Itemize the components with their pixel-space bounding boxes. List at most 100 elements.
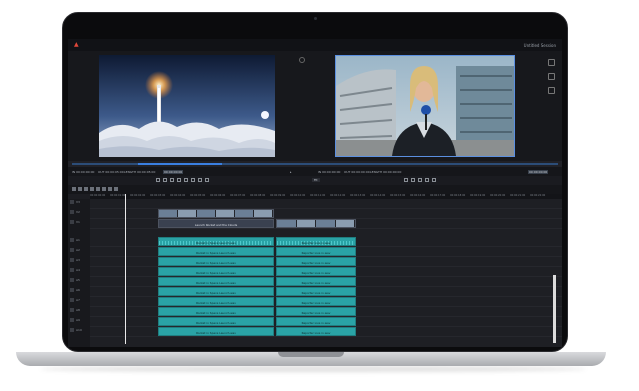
track-lock-icon[interactable] <box>70 220 74 224</box>
slip-tool-icon[interactable] <box>90 187 94 191</box>
audio-clip[interactable]: Rocket in Space Launch.wav <box>158 287 274 296</box>
audio-clip-label: Rocket in Space Launch.wav <box>196 281 236 285</box>
program-length: LENGTH 00:00:00:00 <box>370 170 402 174</box>
audio-clip[interactable]: Reporter Live in.wav <box>276 267 356 276</box>
snap-toggle-icon[interactable] <box>96 187 100 191</box>
play-program-icon[interactable] <box>411 178 415 182</box>
audio-clip[interactable]: Reporter Live in.wav <box>276 307 356 316</box>
laptop-base <box>16 352 606 366</box>
track-headers: V3 V2 V1 A1 A2 A3 A4 A5 A6 A7 A8 A9 A10 <box>68 199 90 347</box>
audio-clip[interactable]: Rocket in Space Launch.wav <box>158 297 274 306</box>
timeline-tracks: Launch Rocket and the Clouds Rocket in S… <box>90 199 562 347</box>
insert-icon[interactable] <box>198 178 202 182</box>
program-marker: ▸ <box>290 170 292 174</box>
track-header[interactable]: A10 <box>68 327 90 337</box>
audio-clip[interactable]: Reporter Live in.wav <box>276 277 356 286</box>
track-lock-icon[interactable] <box>70 238 74 242</box>
audio-clip-label: Reporter Live in.wav <box>301 301 331 305</box>
video-clip-reporter[interactable] <box>276 219 356 228</box>
playhead[interactable] <box>125 194 126 344</box>
project-name[interactable]: Untitled Session <box>524 43 556 48</box>
track-lock-icon[interactable] <box>70 278 74 282</box>
track-header[interactable]: A3 <box>68 257 90 267</box>
track-header[interactable]: A8 <box>68 307 90 317</box>
track-lock-icon[interactable] <box>70 288 74 292</box>
prev-frame-icon[interactable] <box>404 178 408 182</box>
razor-tool-icon[interactable] <box>78 187 82 191</box>
app-logo-icon: ▲ <box>74 41 79 48</box>
select-tool-icon[interactable] <box>72 187 76 191</box>
track-header[interactable]: A5 <box>68 277 90 287</box>
audio-clip-label: Rocket in Space Launch.wav <box>196 271 236 275</box>
video-clip-title[interactable]: Launch Rocket and the Clouds <box>158 219 274 228</box>
timeline-vertical-scrollbar[interactable] <box>553 275 556 343</box>
zoom-in-icon[interactable] <box>108 187 112 191</box>
audio-clip[interactable]: Reporter Live in.wav <box>276 237 356 246</box>
audio-clip[interactable]: Rocket in Space Launch.wav <box>158 307 274 316</box>
track-header[interactable]: V2 <box>68 209 90 219</box>
track-header[interactable]: A1 <box>68 237 90 247</box>
audio-clip[interactable]: Reporter Live in.wav <box>276 247 356 256</box>
overwrite-icon[interactable] <box>205 178 209 182</box>
crop-icon[interactable] <box>547 59 555 66</box>
source-timecode: 00:00:00:00 <box>163 170 184 174</box>
audio-clip[interactable]: Rocket in Space Launch.wav <box>158 277 274 286</box>
loop-icon[interactable] <box>191 178 195 182</box>
program-loop-icon[interactable] <box>425 178 429 182</box>
track-lane-v2 <box>90 209 562 219</box>
track-lock-icon[interactable] <box>70 328 74 332</box>
ripple-tool-icon[interactable] <box>84 187 88 191</box>
next-frame-icon[interactable] <box>418 178 422 182</box>
audio-clip[interactable]: Rocket in Space Launch.wav <box>158 317 274 326</box>
track-name: A5 <box>76 278 80 282</box>
video-clip-rocket[interactable] <box>158 209 274 218</box>
zoom-select[interactable]: Fit <box>312 178 320 182</box>
track-header[interactable]: A4 <box>68 267 90 277</box>
track-header[interactable]: A2 <box>68 247 90 257</box>
program-viewer[interactable] <box>335 55 515 157</box>
mark-in-icon[interactable] <box>156 178 160 182</box>
audio-clip[interactable]: Reporter Live in.wav <box>276 257 356 266</box>
audio-clip[interactable]: Rocket in Space Launch.wav <box>158 327 274 336</box>
track-header[interactable]: A9 <box>68 317 90 327</box>
mark-out-icon[interactable] <box>163 178 167 182</box>
rotate-icon[interactable] <box>547 87 555 94</box>
track-lock-icon[interactable] <box>70 308 74 312</box>
audio-clip[interactable]: Reporter Live in.wav <box>276 287 356 296</box>
audio-clip[interactable]: Reporter Live in.wav <box>276 327 356 336</box>
laptop-frame: ▲ Untitled Session IN 00:00:00:00 OUT 00… <box>0 0 639 391</box>
track-header[interactable]: V1 <box>68 219 90 229</box>
track-lock-icon[interactable] <box>70 298 74 302</box>
scrub-range[interactable] <box>138 163 222 165</box>
track-header[interactable]: V3 <box>68 199 90 209</box>
track-lock-icon[interactable] <box>70 318 74 322</box>
track-header[interactable]: A6 <box>68 287 90 297</box>
track-lock-icon[interactable] <box>70 200 74 204</box>
track-header[interactable]: A7 <box>68 297 90 307</box>
program-timecode: 00:00:00:00 <box>528 170 549 174</box>
play-icon[interactable] <box>177 178 181 182</box>
audio-clip[interactable]: Reporter Live in.wav <box>276 317 356 326</box>
audio-clip[interactable]: Rocket in Space Launch.wav <box>158 247 274 256</box>
program-out: OUT 00:00:00:00 <box>344 170 370 174</box>
source-viewer[interactable] <box>99 55 275 157</box>
track-lock-icon[interactable] <box>70 210 74 214</box>
track-name: V3 <box>76 200 80 204</box>
link-toggle-icon[interactable] <box>102 187 106 191</box>
step-back-icon[interactable] <box>170 178 174 182</box>
audio-clip[interactable]: Rocket in Space Launch.wav <box>158 267 274 276</box>
audio-clip[interactable]: Rocket in Space Launch.wav <box>158 257 274 266</box>
program-fullscreen-icon[interactable] <box>432 178 436 182</box>
audio-clip[interactable]: Reporter Live in.wav <box>276 297 356 306</box>
filmstrip-reporter <box>277 220 355 227</box>
transform-icon[interactable] <box>547 73 555 80</box>
track-name: V2 <box>76 210 80 214</box>
track-lock-icon[interactable] <box>70 268 74 272</box>
track-lock-icon[interactable] <box>70 258 74 262</box>
track-lane-audio: Rocket in Space Launch.wav Reporter Live … <box>90 277 562 287</box>
audio-clip[interactable]: Rocket in Space Launch.wav <box>158 237 274 246</box>
sync-icon[interactable] <box>299 57 305 63</box>
step-forward-icon[interactable] <box>184 178 188 182</box>
zoom-out-icon[interactable] <box>114 187 118 191</box>
track-lock-icon[interactable] <box>70 248 74 252</box>
